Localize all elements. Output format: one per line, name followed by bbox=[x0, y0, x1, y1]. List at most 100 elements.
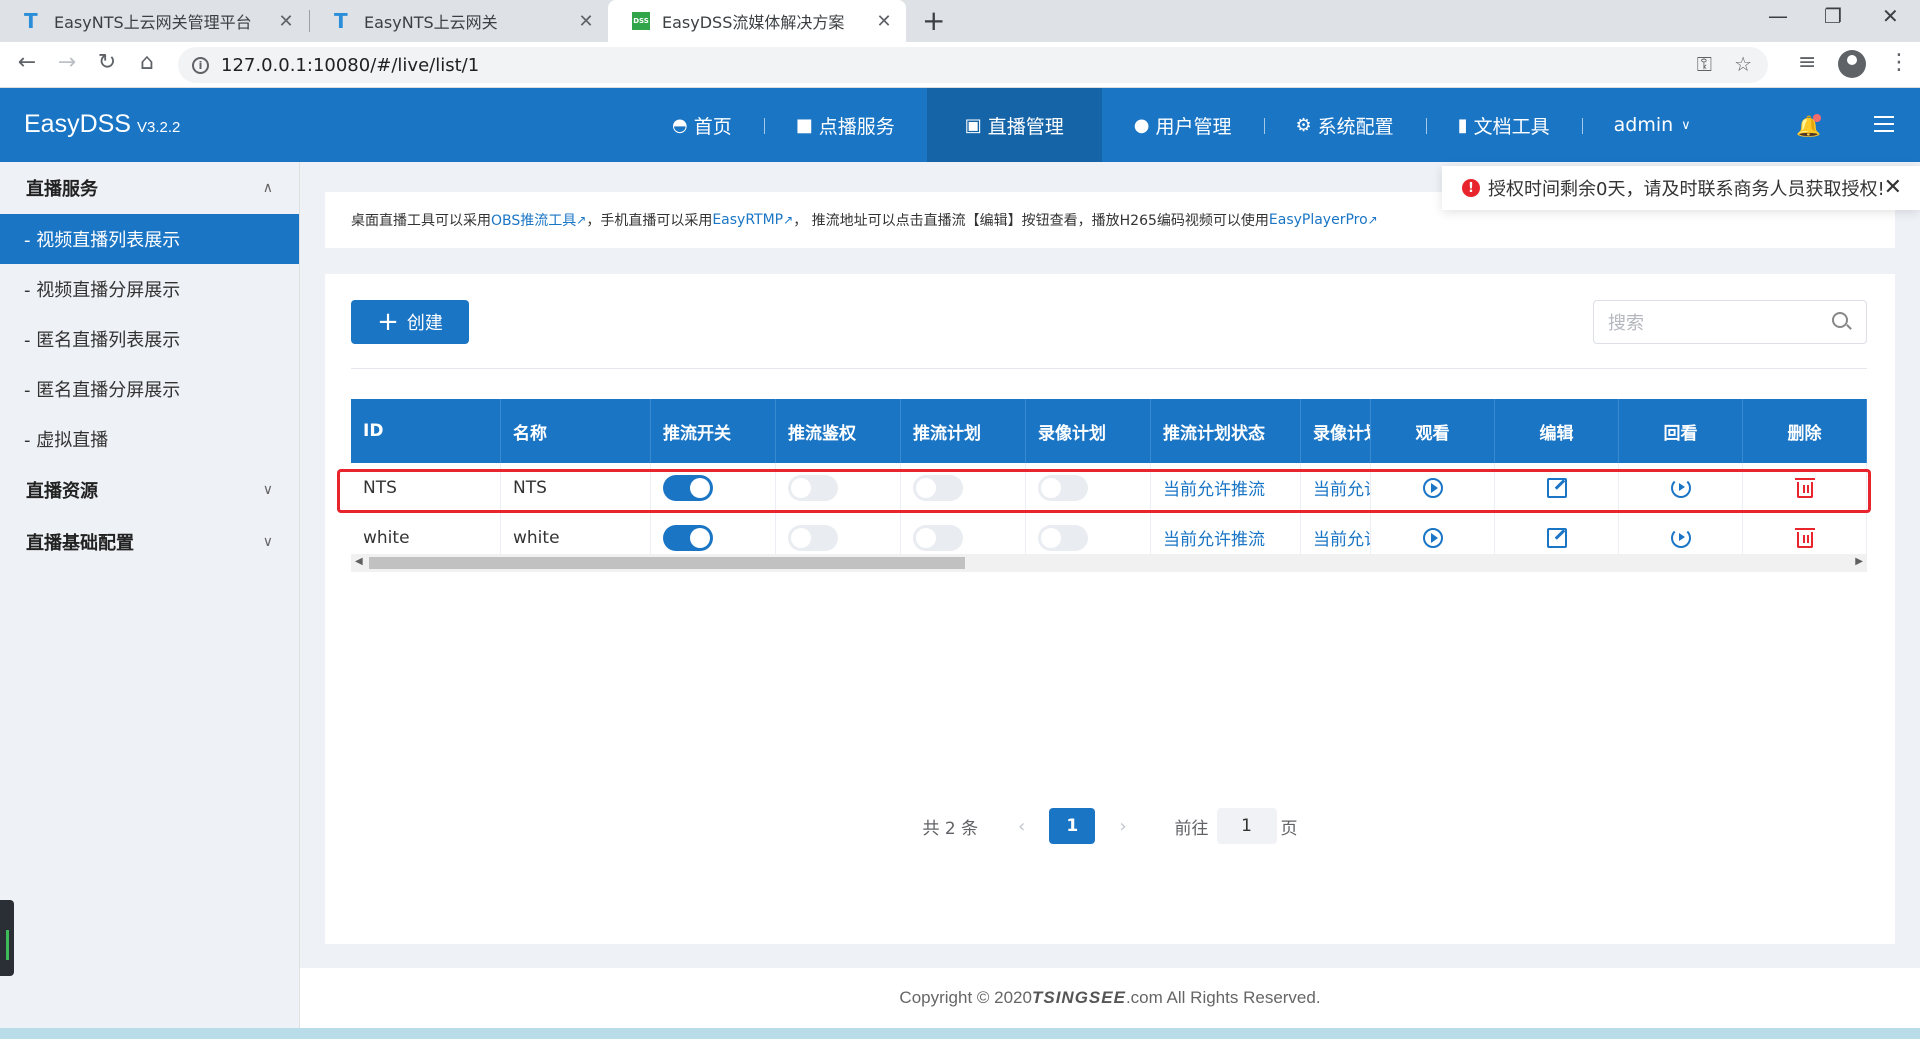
push-switch-toggle[interactable] bbox=[663, 524, 713, 551]
easyrtmp-link[interactable]: EasyRTMP bbox=[712, 212, 783, 228]
table-horizontal-scrollbar[interactable]: ◀ ▶ bbox=[351, 554, 1867, 572]
push-auth-toggle[interactable] bbox=[788, 524, 838, 551]
browser-menu-icon[interactable]: ⋮ bbox=[1888, 50, 1910, 75]
scrollbar-thumb[interactable] bbox=[369, 557, 965, 569]
chevron-right-icon[interactable]: › bbox=[1119, 816, 1126, 837]
user-menu[interactable]: admin ∨ bbox=[1581, 88, 1723, 162]
forward-arrow-icon[interactable]: → bbox=[52, 50, 82, 75]
chevron-left-icon[interactable]: ‹ bbox=[1018, 816, 1025, 837]
obs-link[interactable]: OBS推流工具 bbox=[491, 210, 576, 230]
cell-id: NTS bbox=[351, 463, 501, 512]
hamburger-menu-icon[interactable] bbox=[1874, 116, 1894, 137]
browser-tab-easynts-gateway[interactable]: T EasyNTS上云网关 ✕ bbox=[310, 0, 608, 42]
sidebar-group-live-service[interactable]: 直播服务 ∧ bbox=[0, 162, 299, 214]
minimize-button[interactable]: — bbox=[1768, 4, 1788, 28]
cell-push-switch bbox=[651, 463, 776, 512]
push-plan-status-link[interactable]: 当前允许推流 bbox=[1151, 463, 1301, 512]
browser-tab-easynts-platform[interactable]: T EasyNTS上云网关管理平台 ✕ bbox=[0, 0, 308, 42]
close-icon[interactable]: ✕ bbox=[276, 11, 296, 32]
reading-list-icon[interactable]: ≡ bbox=[1798, 50, 1816, 75]
maximize-button[interactable]: ❐ bbox=[1824, 4, 1842, 28]
record-plan-toggle[interactable] bbox=[1038, 474, 1088, 501]
play-icon[interactable] bbox=[1422, 477, 1443, 498]
nav-live-management[interactable]: ▣ 直播管理 bbox=[926, 88, 1102, 162]
pagination: 共 2 条 ‹ 1 › 前往 1 页 bbox=[325, 808, 1895, 844]
trash-icon[interactable] bbox=[1794, 527, 1815, 548]
nav-home[interactable]: ◓ 首页 bbox=[640, 88, 764, 162]
url-text[interactable]: 127.0.0.1:10080/#/live/list/1 bbox=[221, 55, 479, 76]
column-header-record-plan[interactable]: 录像计划 bbox=[1026, 399, 1151, 463]
user-icon: ● bbox=[1133, 114, 1150, 136]
brand-logo[interactable]: EasyDSS V3.2.2 bbox=[24, 110, 180, 139]
gear-icon: ⚙ bbox=[1295, 114, 1312, 136]
easyplayerpro-link[interactable]: EasyPlayerPro bbox=[1269, 212, 1368, 228]
nav-label: 点播服务 bbox=[818, 115, 895, 138]
site-info-icon[interactable]: i bbox=[192, 56, 209, 74]
column-header-id[interactable]: ID bbox=[351, 399, 501, 463]
nav-user-management[interactable]: ● 用户管理 bbox=[1102, 88, 1264, 162]
sidebar-item-anon-list[interactable]: - 匿名直播列表展示 bbox=[0, 314, 299, 364]
sidebar-group-live-resources[interactable]: 直播资源 ∨ bbox=[0, 464, 299, 516]
replay-icon[interactable] bbox=[1670, 527, 1691, 548]
push-plan-toggle[interactable] bbox=[913, 524, 963, 551]
profile-avatar[interactable] bbox=[1838, 50, 1866, 78]
reload-icon[interactable]: ↻ bbox=[92, 50, 122, 75]
sidebar-item-virtual-live[interactable]: - 虚拟直播 bbox=[0, 414, 299, 464]
push-switch-toggle[interactable] bbox=[663, 474, 713, 501]
column-header-delete: 删除 bbox=[1743, 399, 1867, 463]
address-bar[interactable]: i 127.0.0.1:10080/#/live/list/1 ⚿ ☆ bbox=[178, 47, 1768, 83]
record-plan-toggle[interactable] bbox=[1038, 524, 1088, 551]
sidebar-group-label: 直播服务 bbox=[26, 179, 98, 200]
push-auth-toggle[interactable] bbox=[788, 474, 838, 501]
page-number-current[interactable]: 1 bbox=[1049, 808, 1096, 844]
main-content: 桌面直播工具可以采用 OBS推流工具 ↗ ，手机直播可以采用 EasyRTMP ↗ … bbox=[300, 162, 1920, 1039]
column-header-push-switch[interactable]: 推流开关 bbox=[651, 399, 776, 463]
new-tab-button[interactable]: + bbox=[922, 6, 945, 36]
edit-icon[interactable] bbox=[1546, 527, 1567, 548]
search-icon[interactable] bbox=[1832, 312, 1848, 328]
record-plan-status-link[interactable]: 当前允许 bbox=[1301, 463, 1371, 512]
create-button[interactable]: + 创建 bbox=[351, 300, 469, 344]
browser-tab-easydss[interactable]: DSS EasyDSS流媒体解决方案 ✕ bbox=[608, 0, 906, 42]
side-widget-handle[interactable] bbox=[0, 900, 14, 976]
toast-message: 授权时间剩余0天，请及时联系商务人员获取授权! bbox=[1488, 179, 1885, 200]
sidebar-group-label: 直播基础配置 bbox=[26, 533, 134, 554]
trash-icon[interactable] bbox=[1794, 477, 1815, 498]
scroll-left-arrow-icon[interactable]: ◀ bbox=[355, 556, 363, 567]
sidebar-item-label: - 视频直播分屏展示 bbox=[24, 280, 181, 301]
column-header-name[interactable]: 名称 bbox=[501, 399, 651, 463]
window-close-button[interactable]: ✕ bbox=[1882, 4, 1899, 28]
column-header-push-plan-status[interactable]: 推流计划状态 bbox=[1151, 399, 1301, 463]
star-icon[interactable]: ☆ bbox=[1734, 52, 1752, 76]
notice-text: 桌面直播工具可以采用 bbox=[351, 213, 491, 229]
live-list-panel: + 创建 搜索 ID 名称 推流开关 推流鉴权 推流计划 录像计划 推流计划状态… bbox=[325, 274, 1895, 944]
back-arrow-icon[interactable]: ← bbox=[12, 50, 42, 75]
sidebar-item-live-list[interactable]: - 视频直播列表展示 bbox=[0, 214, 299, 264]
close-icon[interactable]: ✕ bbox=[576, 11, 596, 32]
nav-doc-tools[interactable]: ▮ 文档工具 bbox=[1425, 88, 1582, 162]
column-header-record-plan-status[interactable]: 录像计划 bbox=[1301, 399, 1371, 463]
sidebar-group-live-basic-config[interactable]: 直播基础配置 ∨ bbox=[0, 516, 299, 568]
cell-delete bbox=[1743, 463, 1867, 512]
goto-page-input[interactable]: 1 bbox=[1216, 808, 1277, 844]
close-icon[interactable]: ✕ bbox=[1884, 175, 1902, 200]
nav-vod-service[interactable]: ■ 点播服务 bbox=[763, 88, 927, 162]
edit-icon[interactable] bbox=[1546, 477, 1567, 498]
column-header-push-auth[interactable]: 推流鉴权 bbox=[776, 399, 901, 463]
scroll-right-arrow-icon[interactable]: ▶ bbox=[1855, 556, 1863, 567]
sidebar-item-anon-split[interactable]: - 匿名直播分屏展示 bbox=[0, 364, 299, 414]
replay-icon[interactable] bbox=[1670, 477, 1691, 498]
browser-tab-strip: T EasyNTS上云网关管理平台 ✕ T EasyNTS上云网关 ✕ DSS … bbox=[0, 0, 1920, 42]
sidebar-item-live-split[interactable]: - 视频直播分屏展示 bbox=[0, 264, 299, 314]
home-icon[interactable]: ⌂ bbox=[132, 50, 162, 75]
cell-edit bbox=[1495, 463, 1619, 512]
search-input[interactable]: 搜索 bbox=[1593, 300, 1867, 344]
create-label: 创建 bbox=[406, 313, 443, 334]
push-plan-toggle[interactable] bbox=[913, 474, 963, 501]
column-header-push-plan[interactable]: 推流计划 bbox=[901, 399, 1026, 463]
nav-system-config[interactable]: ⚙ 系统配置 bbox=[1263, 88, 1426, 162]
easydss-favicon-icon: DSS bbox=[632, 12, 650, 30]
close-icon[interactable]: ✕ bbox=[874, 11, 894, 32]
key-icon[interactable]: ⚿ bbox=[1697, 52, 1712, 76]
play-icon[interactable] bbox=[1422, 527, 1443, 548]
